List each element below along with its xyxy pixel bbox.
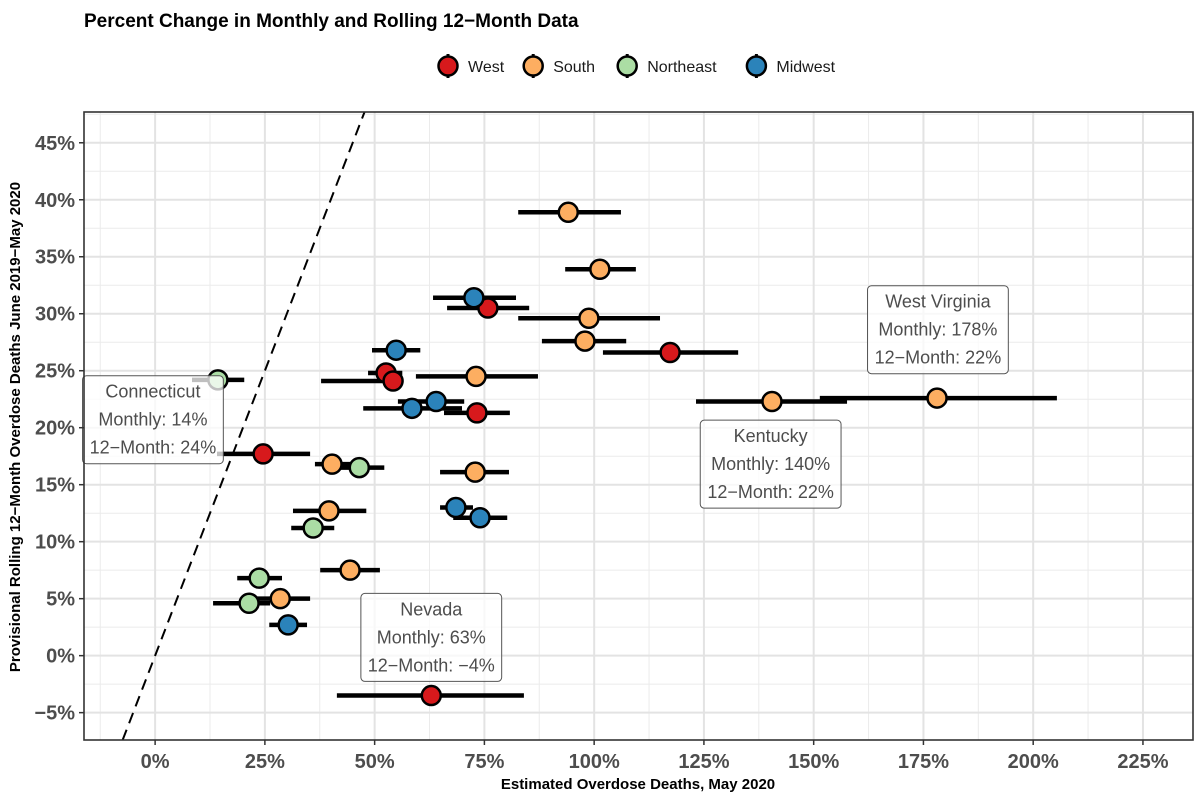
- annotation-line: Monthly: 63%: [377, 627, 486, 647]
- legend-label: Northeast: [647, 59, 717, 76]
- data-point-south: [761, 390, 783, 413]
- data-point-west: [382, 370, 404, 392]
- x-tick-label: 125%: [678, 751, 729, 773]
- legend: West South Northeast Midwest: [437, 54, 836, 78]
- y-tick-label: 25%: [35, 361, 75, 383]
- legend-item-northeast: Northeast: [616, 54, 717, 78]
- annotation-nevada: Nevada Monthly: 63% 12−Month: −4%: [360, 592, 503, 682]
- data-point-west: [420, 684, 443, 707]
- x-tick-label: 100%: [569, 751, 620, 773]
- y-tick-label: 0%: [46, 646, 75, 668]
- data-point-south: [589, 258, 611, 281]
- data-point-midwest: [445, 496, 467, 519]
- y-tick-label: 35%: [35, 247, 75, 269]
- x-tick-label: 225%: [1117, 751, 1168, 773]
- annotation-line: Connecticut: [105, 382, 200, 402]
- x-tick-label: 0%: [141, 751, 170, 773]
- x-tick-label: 175%: [898, 751, 949, 773]
- data-point-south: [339, 559, 361, 581]
- x-tick-label: 50%: [355, 751, 395, 773]
- annotation-connecticut: Connecticut Monthly: 14% 12−Month: 24%: [82, 375, 224, 465]
- annotation-line: Monthly: 178%: [878, 320, 997, 340]
- data-point-northeast: [248, 567, 270, 589]
- legend-key-icon: [745, 55, 768, 77]
- legend-item-south: South: [522, 54, 595, 78]
- legend-item-midwest: Midwest: [745, 54, 836, 78]
- x-tick-label: 200%: [1008, 751, 1059, 773]
- annotation-line: West Virginia: [885, 292, 991, 312]
- legend-item-west: West: [437, 54, 505, 78]
- data-point-midwest: [385, 339, 407, 361]
- x-tick-label: 75%: [464, 751, 504, 773]
- plot-background: [84, 112, 1193, 740]
- data-point-south: [318, 500, 340, 522]
- data-point-west: [659, 341, 681, 364]
- annotation-line: Kentucky: [734, 426, 808, 446]
- data-point-south: [321, 453, 343, 475]
- annotation-west-virginia: West Virginia Monthly: 178% 12−Month: 22%: [867, 285, 1009, 375]
- data-point-south: [269, 587, 291, 610]
- data-point-midwest: [277, 614, 299, 636]
- annotation-line: 12−Month: 22%: [875, 348, 1002, 368]
- x-tick-label: 25%: [245, 751, 285, 773]
- y-tick-label: 30%: [35, 304, 75, 326]
- x-axis-title: Estimated Overdose Deaths, May 2020: [501, 776, 775, 793]
- data-point-northeast: [348, 456, 371, 479]
- chart-title: Percent Change in Monthly and Rolling 12…: [84, 11, 579, 32]
- annotation-line: Monthly: 140%: [711, 454, 830, 474]
- plot-area: Connecticut Monthly: 14% 12−Month: 24% Neva…: [82, 111, 1194, 741]
- data-point-south: [578, 307, 600, 330]
- annotation-line: 12−Month: 24%: [90, 438, 217, 458]
- y-tick-label: 20%: [35, 418, 75, 440]
- y-tick-label: 5%: [46, 589, 75, 611]
- data-point-midwest: [463, 287, 485, 309]
- y-tick-label: 40%: [35, 190, 75, 212]
- legend-label: South: [553, 59, 595, 76]
- data-point-midwest: [469, 506, 491, 529]
- data-point-south: [464, 461, 486, 483]
- data-point-south: [574, 330, 596, 352]
- data-point-west: [466, 402, 488, 424]
- x-axis: 0% 25% 50% 75% 100% 125% 150% 175% 200% 225%: [141, 740, 1169, 773]
- data-point-midwest: [425, 390, 447, 413]
- chart: Percent Change in Monthly and Rolling 12…: [7, 11, 1194, 793]
- annotation-line: 12−Month: 22%: [707, 482, 834, 502]
- data-point-west: [252, 443, 274, 465]
- y-tick-label: −5%: [34, 703, 75, 725]
- legend-label: West: [468, 59, 505, 76]
- data-point-midwest: [401, 397, 423, 420]
- data-point-northeast: [238, 592, 260, 614]
- legend-key-icon: [616, 55, 638, 77]
- x-tick-label: 150%: [788, 751, 839, 773]
- annotation-kentucky: Kentucky Monthly: 140% 12−Month: 22%: [699, 419, 842, 509]
- legend-label: Midwest: [776, 59, 835, 76]
- y-tick-label: 45%: [35, 133, 75, 155]
- y-axis-title: Provisional Rolling 12−Month Overdose De…: [7, 182, 24, 672]
- legend-key-icon: [437, 55, 459, 77]
- annotation-line: Monthly: 14%: [98, 410, 207, 430]
- legend-key-icon: [522, 55, 544, 77]
- y-tick-label: 15%: [35, 475, 75, 497]
- annotation-line: 12−Month: −4%: [368, 655, 495, 675]
- data-point-south: [465, 365, 487, 388]
- y-axis: −5% 0% 5% 10% 15% 20% 25% 30% 35% 40% 45%: [34, 133, 84, 725]
- data-point-south: [926, 387, 948, 409]
- data-point-northeast: [302, 517, 324, 539]
- y-tick-label: 10%: [35, 532, 75, 554]
- data-point-south: [557, 201, 580, 224]
- annotation-line: Nevada: [400, 599, 463, 619]
